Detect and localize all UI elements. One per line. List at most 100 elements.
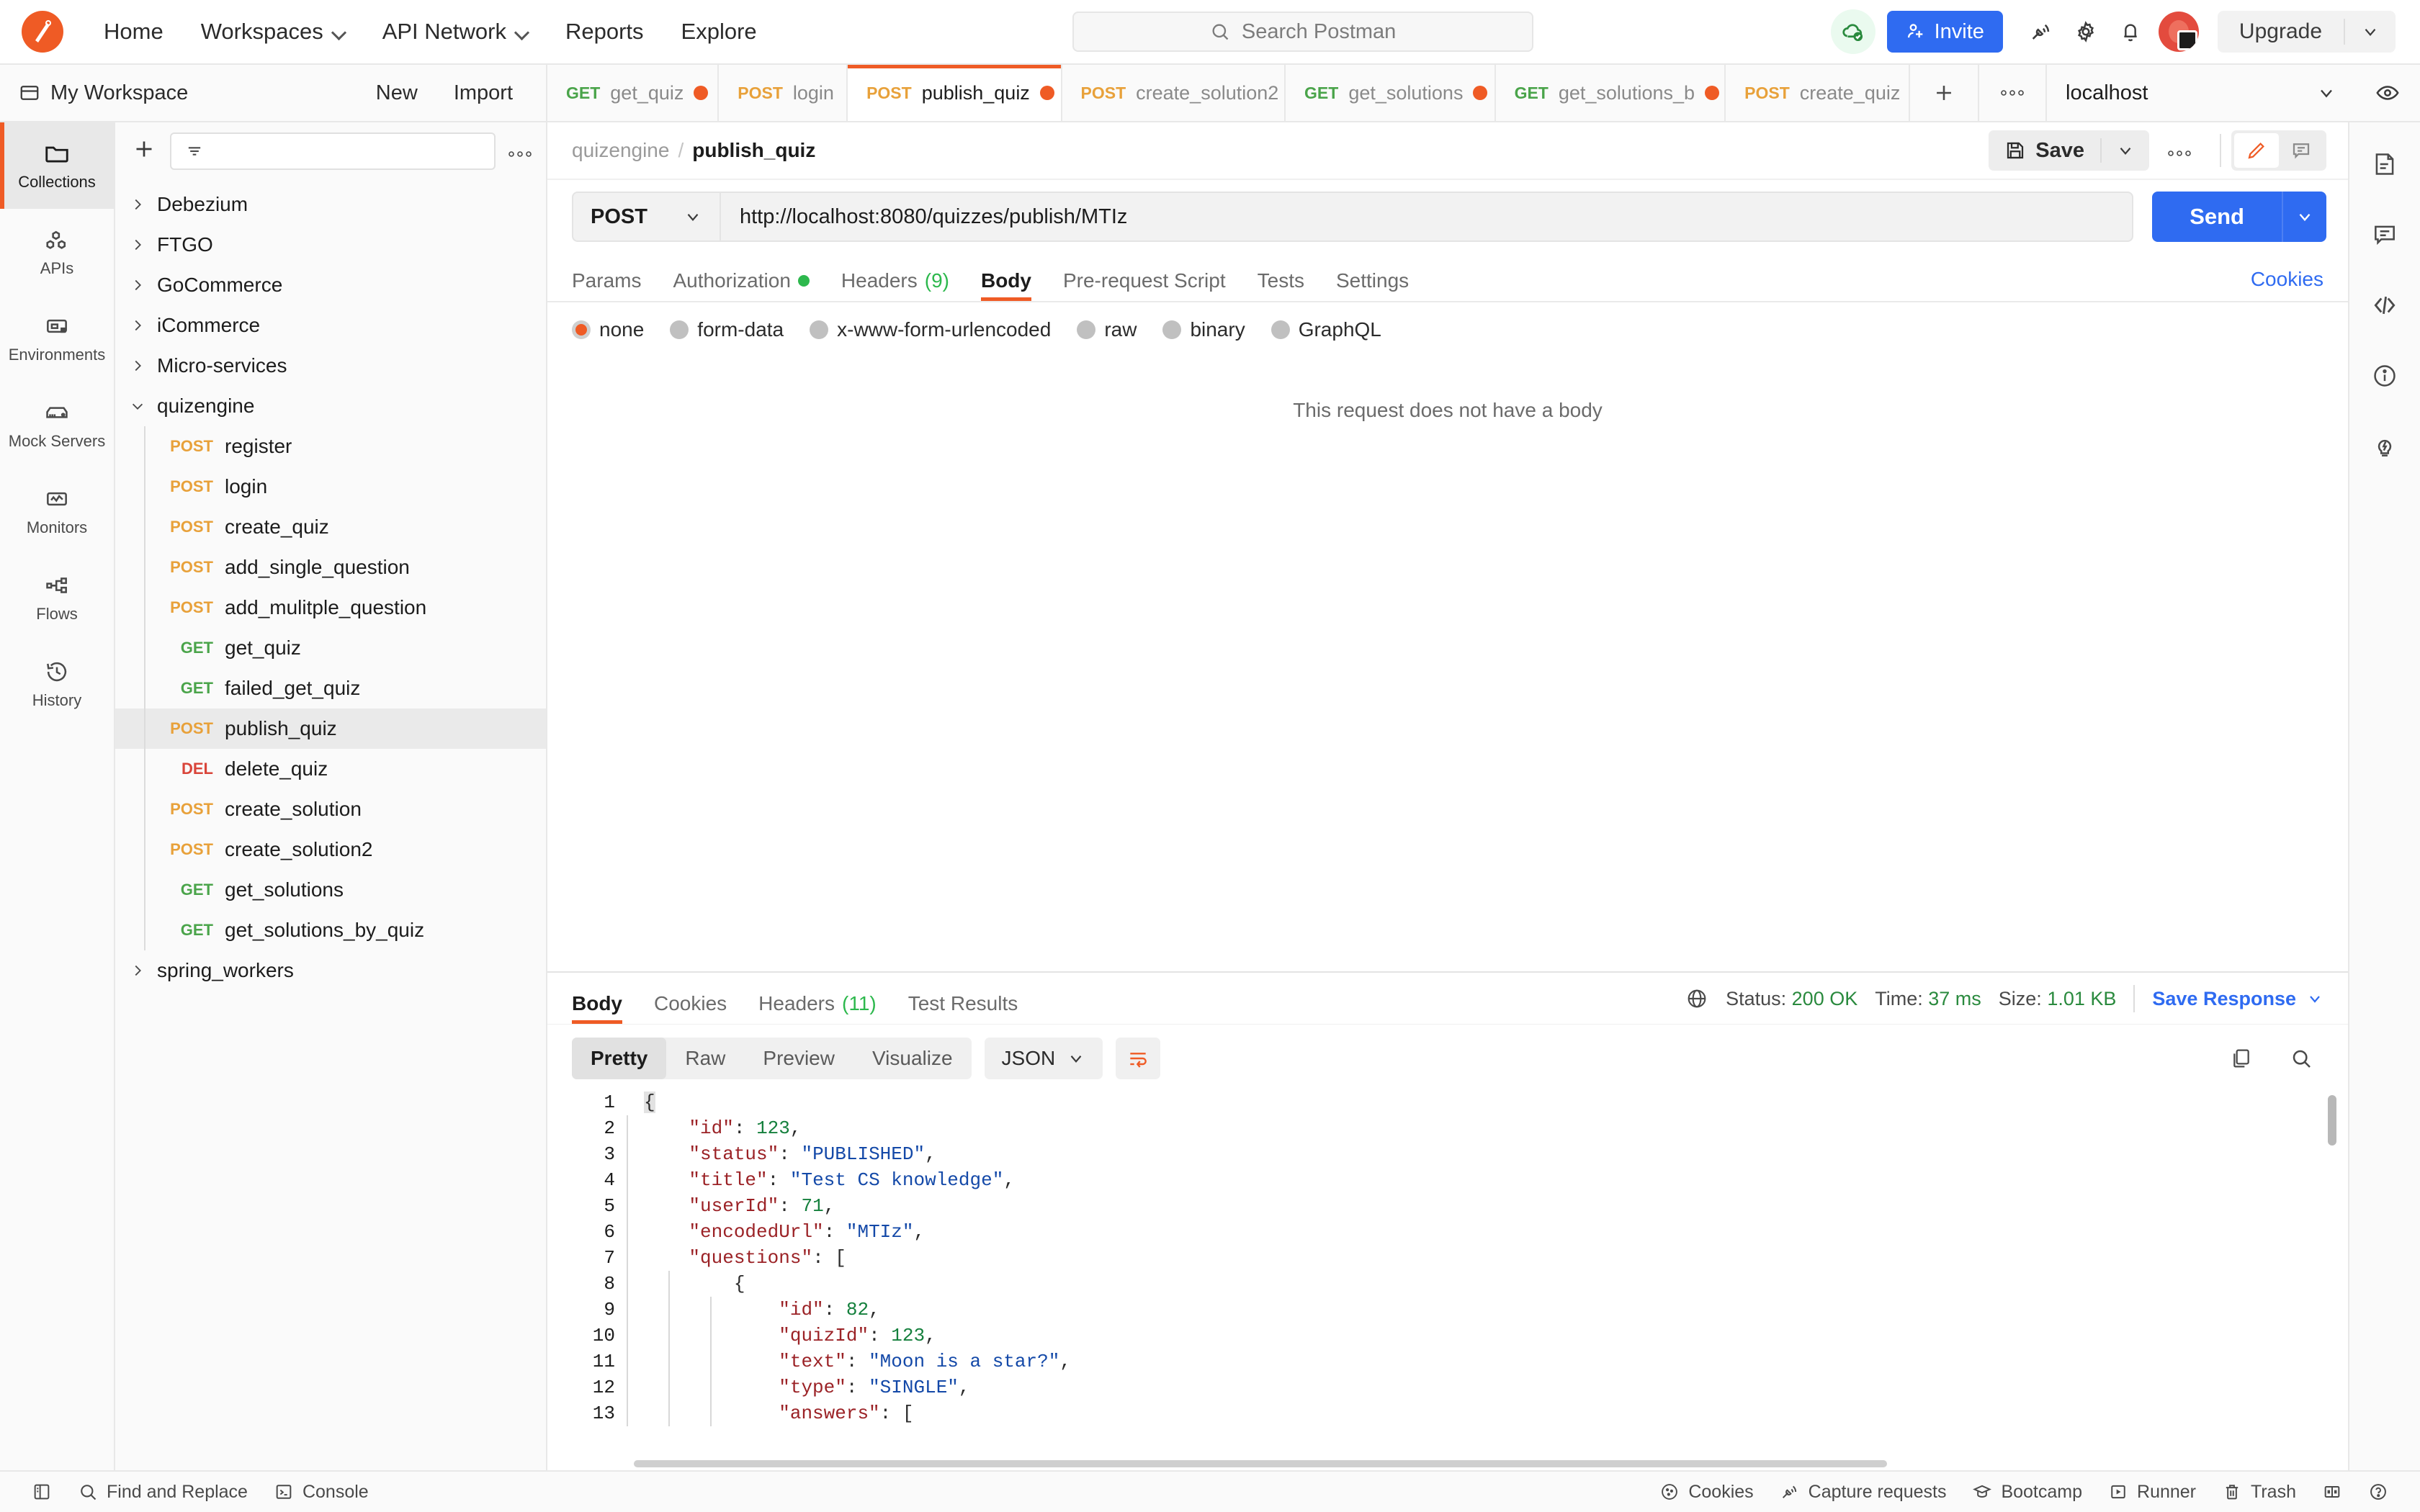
copy-response-button[interactable] [2218, 1038, 2263, 1079]
rail-item-history[interactable]: History [0, 641, 114, 727]
request-item-add_single_question[interactable]: POSTadd_single_question [115, 547, 546, 588]
documentation-icon[interactable] [2357, 137, 2412, 192]
body-type-x-www-form-urlencoded[interactable]: x-www-form-urlencoded [810, 318, 1051, 341]
new-button[interactable]: New [362, 76, 432, 111]
import-button[interactable]: Import [439, 76, 527, 111]
edit-mode-button[interactable] [2234, 133, 2279, 168]
filter-input[interactable] [170, 132, 496, 170]
sync-status-icon[interactable] [1831, 9, 1876, 54]
request-item-failed_get_quiz[interactable]: GETfailed_get_quiz [115, 668, 546, 708]
capture-requests-icon[interactable] [2019, 9, 2063, 54]
rail-item-apis[interactable]: APIs [0, 209, 114, 295]
comments-icon[interactable] [2357, 207, 2412, 262]
rail-item-flows[interactable]: Flows [0, 554, 114, 641]
nav-item-api-network[interactable]: API Network [364, 12, 547, 52]
request-item-create_solution2[interactable]: POSTcreate_solution2 [115, 829, 546, 870]
collection-item-spring_workers[interactable]: spring_workers [115, 950, 546, 991]
trash-button[interactable]: Trash [2209, 1476, 2309, 1508]
request-item-get_solutions[interactable]: GETget_solutions [115, 870, 546, 910]
response-scrollbar[interactable] [2328, 1095, 2336, 1464]
tab-body[interactable]: Body [965, 271, 1047, 301]
console-button[interactable]: Console [261, 1476, 382, 1508]
collection-item-micro-services[interactable]: Micro-services [115, 346, 546, 386]
code-snippet-icon[interactable] [2357, 278, 2412, 333]
view-mode-preview[interactable]: Preview [744, 1038, 853, 1079]
tab-options-button[interactable] [1978, 65, 2045, 121]
rail-item-mock-servers[interactable]: Mock Servers [0, 382, 114, 468]
tab-authorization[interactable]: Authorization [657, 271, 825, 301]
upgrade-button[interactable]: Upgrade [2218, 19, 2345, 45]
lightbulb-icon[interactable] [2357, 419, 2412, 474]
request-tab[interactable]: GETget_solutions_b [1496, 65, 1726, 121]
request-item-create_quiz[interactable]: POSTcreate_quiz [115, 507, 546, 547]
request-tab[interactable]: POSTcreate_quiz [1726, 65, 1910, 121]
view-mode-pretty[interactable]: Pretty [572, 1038, 666, 1079]
save-button[interactable]: Save [1989, 138, 2102, 163]
request-item-login[interactable]: POSTlogin [115, 467, 546, 507]
body-type-binary[interactable]: binary [1162, 318, 1245, 341]
wrap-lines-button[interactable] [1116, 1038, 1160, 1079]
tab-params[interactable]: Params [572, 271, 657, 301]
hscrollbar-thumb[interactable] [634, 1460, 1887, 1467]
info-icon[interactable] [2357, 348, 2412, 403]
runner-button[interactable]: Runner [2095, 1476, 2209, 1508]
collection-item-debezium[interactable]: Debezium [115, 184, 546, 225]
search-input[interactable]: Search Postman [1072, 12, 1533, 52]
rail-item-collections[interactable]: Collections [0, 122, 114, 209]
response-tab-cookies[interactable]: Cookies [638, 994, 743, 1024]
nav-item-workspaces[interactable]: Workspaces [182, 12, 364, 52]
upgrade-chevron-down-icon[interactable] [2345, 22, 2396, 41]
environment-quick-look-icon[interactable] [2355, 65, 2420, 121]
request-item-delete_quiz[interactable]: DELdelete_quiz [115, 749, 546, 789]
capture-requests-button[interactable]: Capture requests [1767, 1476, 1960, 1508]
url-input[interactable]: http://localhost:8080/quizzes/publish/MT… [720, 192, 2133, 242]
body-type-raw[interactable]: raw [1077, 318, 1137, 341]
collection-item-icommerce[interactable]: iCommerce [115, 305, 546, 346]
breadcrumb-parent[interactable]: quizengine [572, 139, 669, 162]
search-response-button[interactable] [2279, 1038, 2323, 1079]
collection-item-gocommerce[interactable]: GoCommerce [115, 265, 546, 305]
collection-item-ftgo[interactable]: FTGO [115, 225, 546, 265]
postman-logo-icon[interactable] [22, 11, 63, 53]
avatar[interactable] [2159, 12, 2199, 52]
nav-item-home[interactable]: Home [85, 12, 182, 52]
new-tab-button[interactable] [1910, 65, 1978, 121]
response-tab-headers[interactable]: Headers(11) [743, 994, 892, 1024]
request-tab[interactable]: GETget_quiz [547, 65, 719, 121]
nav-item-reports[interactable]: Reports [547, 12, 663, 52]
body-type-form-data[interactable]: form-data [670, 318, 784, 341]
cookies-button[interactable]: Cookies [1646, 1476, 1766, 1508]
request-item-get_quiz[interactable]: GETget_quiz [115, 628, 546, 668]
tab-settings[interactable]: Settings [1320, 271, 1425, 301]
tab-pre-request-script[interactable]: Pre-request Script [1047, 271, 1242, 301]
response-body-code[interactable]: 1 2 3 4 5 6 7 8 9 10 11 12 13 { "id": 12… [547, 1089, 2348, 1470]
collection-item-quizengine[interactable]: quizengine [115, 386, 546, 426]
response-format-select[interactable]: JSON [985, 1038, 1103, 1079]
view-mode-visualize[interactable]: Visualize [853, 1038, 972, 1079]
request-tab[interactable]: POSTlogin [719, 65, 848, 121]
body-type-graphql[interactable]: GraphQL [1271, 318, 1381, 341]
request-item-create_solution[interactable]: POSTcreate_solution [115, 789, 546, 829]
cookies-link[interactable]: Cookies [2251, 268, 2323, 301]
response-tab-body[interactable]: Body [572, 994, 638, 1024]
send-button[interactable]: Send [2152, 192, 2282, 242]
workspace-name[interactable]: My Workspace [50, 81, 188, 105]
layout-toggle-button[interactable] [2309, 1476, 2355, 1508]
request-tab-active[interactable]: POSTpublish_quiz [848, 65, 1062, 121]
environment-selector[interactable]: localhost [2045, 65, 2355, 121]
body-type-none[interactable]: none [572, 318, 644, 341]
help-button[interactable] [2355, 1476, 2401, 1508]
request-item-publish_quiz[interactable]: POSTpublish_quiz [115, 708, 546, 749]
nav-item-explore[interactable]: Explore [663, 12, 776, 52]
sidebar-more-button[interactable] [508, 140, 532, 163]
send-options-chevron-down-icon[interactable] [2282, 192, 2326, 242]
view-mode-raw[interactable]: Raw [666, 1038, 744, 1079]
request-tab[interactable]: POSTcreate_solution2 [1062, 65, 1286, 121]
create-new-button[interactable] [131, 136, 157, 167]
comment-mode-button[interactable] [2279, 133, 2323, 168]
rail-item-environments[interactable]: Environments [0, 295, 114, 382]
bell-icon[interactable] [2108, 9, 2153, 54]
sidebar-toggle-button[interactable] [19, 1476, 65, 1508]
save-options-chevron-down-icon[interactable] [2102, 141, 2149, 160]
response-tab-test-results[interactable]: Test Results [892, 994, 1034, 1024]
